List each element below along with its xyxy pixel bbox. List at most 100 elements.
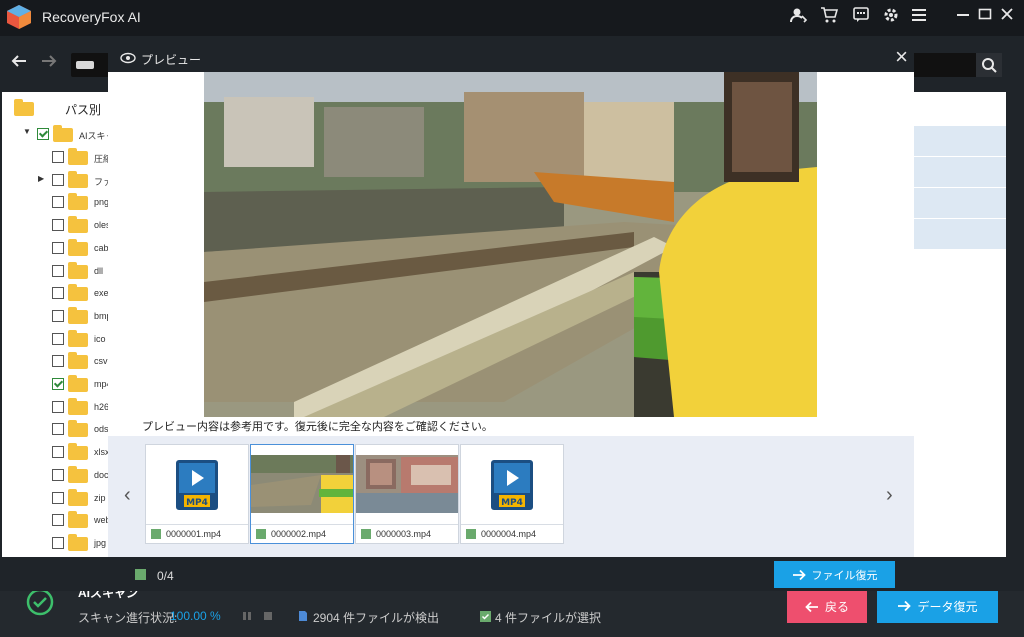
- maximize-icon[interactable]: [974, 6, 996, 28]
- file-list-panel: [913, 92, 1006, 567]
- tree-item-label: web: [94, 515, 108, 526]
- tree-item[interactable]: mp4: [2, 373, 108, 395]
- tree-item[interactable]: cab: [2, 237, 108, 259]
- bottom-bar: AIスキャン スキャン進行状況: 100.00 % 2904 件ファイルが検出 …: [0, 557, 1024, 637]
- tree-item-checkbox[interactable]: [52, 219, 64, 232]
- thumbnail-checkbox[interactable]: [361, 529, 371, 539]
- list-row[interactable]: [913, 126, 1006, 157]
- search-input[interactable]: [914, 53, 976, 77]
- folder-icon: [68, 352, 88, 370]
- tree-item[interactable]: dll: [2, 260, 108, 282]
- tree-item-label: ico: [94, 333, 106, 344]
- list-row[interactable]: [913, 188, 1006, 219]
- scan-complete-check-icon: [26, 588, 54, 616]
- back-button[interactable]: 戻る: [787, 590, 867, 623]
- thumbnail-checkbox[interactable]: [256, 529, 266, 539]
- collapse-arrow-icon[interactable]: ▼: [23, 127, 31, 136]
- video-preview[interactable]: [204, 72, 817, 417]
- file-restore-label: ファイル復元: [811, 569, 878, 582]
- tree-item[interactable]: doc: [2, 464, 108, 486]
- tree-item-checkbox[interactable]: [52, 536, 64, 549]
- path-bar[interactable]: [71, 53, 111, 77]
- thumbnail-name: 0000002.mp4: [271, 529, 327, 539]
- tree-item-checkbox[interactable]: [52, 264, 64, 277]
- files-selected: 4 件ファイルが選択: [495, 611, 602, 625]
- tree-item-label: doc: [94, 469, 108, 480]
- tree-item[interactable]: web: [2, 509, 108, 531]
- tree-root[interactable]: ▼ AIスキャ: [2, 124, 108, 146]
- tree-item[interactable]: bmp: [2, 305, 108, 327]
- tree-root-checkbox[interactable]: [37, 128, 49, 140]
- list-row[interactable]: [913, 157, 1006, 188]
- tree-item-checkbox[interactable]: [52, 151, 64, 163]
- video-frame-thumbnail: [356, 445, 458, 523]
- strip-next-icon[interactable]: ›: [886, 484, 893, 507]
- expand-arrow-icon[interactable]: ▶: [38, 174, 44, 183]
- thumbnail-item[interactable]: 0000002.mp4: [250, 444, 354, 544]
- preview-footer: 0/4 ファイル復元: [0, 557, 1024, 591]
- list-row[interactable]: [913, 219, 1006, 250]
- forward-arrow-icon[interactable]: [38, 52, 60, 74]
- tree-item[interactable]: png: [2, 191, 108, 213]
- minimize-icon[interactable]: [952, 6, 974, 28]
- tree-item[interactable]: xlsx: [2, 441, 108, 463]
- folder-icon: [68, 261, 88, 279]
- chat-icon[interactable]: [850, 6, 872, 28]
- stop-icon[interactable]: [264, 612, 272, 620]
- tree-item-label: cab: [94, 242, 108, 253]
- menu-icon[interactable]: [908, 6, 930, 28]
- tree-item-checkbox[interactable]: [52, 491, 64, 504]
- tree-item-label: png: [94, 197, 108, 208]
- thumbnail-item[interactable]: MP4 0000004.mp4: [460, 444, 564, 544]
- tree-item-checkbox[interactable]: [52, 309, 64, 322]
- tree-item[interactable]: ods: [2, 418, 108, 440]
- search-button[interactable]: [976, 53, 1002, 77]
- tree-item[interactable]: exe: [2, 282, 108, 304]
- tree-item-checkbox[interactable]: [52, 378, 64, 390]
- tree-item-checkbox[interactable]: [52, 332, 64, 345]
- tree-item-checkbox[interactable]: [52, 400, 64, 413]
- pause-icon[interactable]: [243, 612, 246, 620]
- data-restore-button[interactable]: データ復元: [877, 589, 998, 623]
- thumbnail-item[interactable]: 0000003.mp4: [355, 444, 459, 544]
- user-key-icon[interactable]: [788, 6, 810, 28]
- file-restore-button[interactable]: ファイル復元: [774, 561, 895, 588]
- app-logo-icon: [7, 5, 31, 29]
- tree-item[interactable]: ファ ▶: [2, 169, 108, 191]
- tree-item-checkbox[interactable]: [52, 468, 64, 481]
- file-icon: [299, 611, 307, 621]
- tree-item-checkbox[interactable]: [52, 287, 64, 300]
- mp4-file-icon: MP4: [461, 445, 563, 523]
- preview-close-icon[interactable]: ×: [895, 45, 908, 69]
- back-arrow-icon[interactable]: [8, 52, 30, 74]
- tree-item-checkbox[interactable]: [52, 446, 64, 459]
- tree-item[interactable]: csv: [2, 350, 108, 372]
- tree-item-checkbox[interactable]: [52, 514, 64, 527]
- tree-item-checkbox[interactable]: [52, 173, 64, 186]
- tree-item[interactable]: oles: [2, 214, 108, 236]
- folder-icon: [68, 397, 88, 415]
- tree-item[interactable]: 圧縮: [2, 146, 108, 168]
- tree-item-checkbox[interactable]: [52, 355, 64, 368]
- thumbnail-checkbox[interactable]: [151, 529, 161, 539]
- tree-item[interactable]: h26: [2, 396, 108, 418]
- tree-item-label: 圧縮: [94, 154, 108, 164]
- gear-icon[interactable]: [880, 6, 902, 28]
- folder-icon: [68, 465, 88, 483]
- tree-item[interactable]: ico: [2, 328, 108, 350]
- strip-prev-icon[interactable]: ‹: [124, 484, 131, 507]
- close-icon[interactable]: [996, 6, 1018, 28]
- select-all-checkbox[interactable]: [135, 569, 146, 580]
- folder-icon: [68, 238, 88, 256]
- tree-item-label: mp4: [94, 379, 108, 389]
- tree-item[interactable]: jpg: [2, 532, 108, 554]
- cart-icon[interactable]: [818, 6, 840, 28]
- tree-item[interactable]: zip: [2, 487, 108, 509]
- tree-item-checkbox[interactable]: [52, 196, 64, 209]
- thumbnail-item[interactable]: MP4 0000001.mp4: [145, 444, 249, 544]
- tree-item-checkbox[interactable]: [52, 241, 64, 254]
- svg-text:MP4: MP4: [501, 498, 523, 508]
- mp4-file-icon: MP4: [146, 445, 248, 523]
- tree-item-checkbox[interactable]: [52, 423, 64, 436]
- thumbnail-checkbox[interactable]: [466, 529, 476, 539]
